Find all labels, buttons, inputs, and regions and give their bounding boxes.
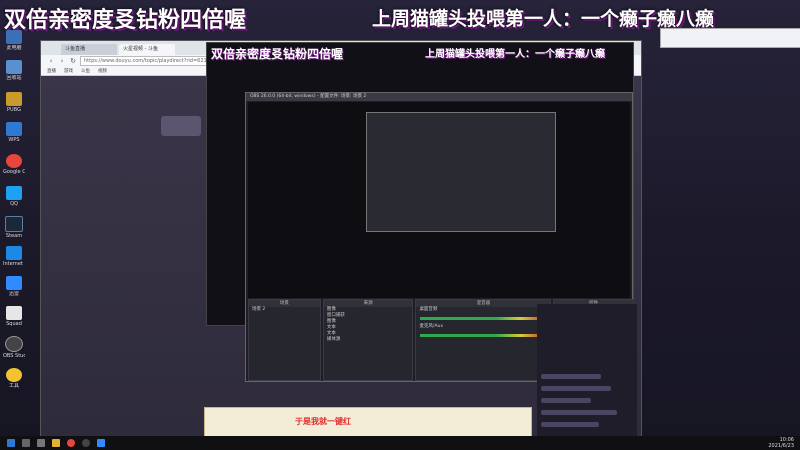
browser-tab[interactable]: 斗鱼直播	[61, 44, 117, 55]
stream-overlay-title-left: 双倍亲密度㕛钻粉四倍喔	[211, 47, 344, 61]
obs-title: OBS 26.0.0 (64-bit, windows) - 配置文件: 场景:…	[246, 93, 632, 101]
ie-icon[interactable]: Internet Explorer	[3, 246, 25, 267]
chat-message	[541, 374, 601, 379]
chat-message	[541, 386, 611, 391]
steam-icon[interactable]: Steam	[3, 216, 25, 239]
sources-panel: 来源 图像 窗口捕获 图像 文本 文本 媒体源	[322, 299, 414, 381]
chat-message	[541, 398, 591, 403]
sources-header: 来源	[323, 300, 413, 307]
promo-card[interactable]	[161, 116, 201, 136]
desktop-icon[interactable]: QQ	[3, 186, 25, 207]
back-icon[interactable]: ‹	[47, 57, 55, 65]
gift-bar: 于是我就一键红	[204, 407, 532, 439]
file-explorer-icon[interactable]	[52, 439, 60, 447]
mixer-channel-label: 麦克风/Aux	[419, 324, 444, 329]
chat-panel	[537, 304, 637, 436]
stream-overlay-title-right: 上周猫罐头投喂第一人：一个癞子癞八癞	[372, 8, 715, 30]
bookmark-item[interactable]: 直播	[47, 68, 56, 74]
mixer-panel: 混音器 桌面音频 麦克风/Aux	[415, 299, 552, 381]
chrome-taskbar-icon[interactable]	[67, 439, 75, 447]
gift-bar-text: 于是我就一键红	[295, 417, 351, 426]
clock[interactable]: 10:06 2021/6/23	[768, 437, 794, 449]
audio-meter[interactable]	[420, 317, 547, 320]
forward-icon[interactable]: ›	[58, 57, 66, 65]
bookmark-item[interactable]: 游戏	[64, 68, 73, 74]
desktop-icon[interactable]: 迅雷	[3, 276, 25, 297]
taskbar: 10:06 2021/6/23	[0, 436, 800, 450]
audio-meter[interactable]	[420, 334, 547, 337]
obs-taskbar-icon[interactable]	[82, 439, 90, 447]
scenes-panel: 场景 场景 2	[248, 299, 321, 381]
desktop-icon[interactable]: 此电脑	[3, 30, 25, 51]
desktop-icon[interactable]: 回收站	[3, 60, 25, 81]
desktop-icon[interactable]: 工具	[3, 368, 25, 389]
app-taskbar-icon[interactable]	[97, 439, 105, 447]
browser-tab-active[interactable]: 火星视频 - 斗鱼	[119, 44, 175, 55]
clock-date: 2021/6/23	[768, 443, 794, 449]
scene-item[interactable]: 场景 2	[249, 307, 320, 313]
start-icon[interactable]	[7, 439, 15, 447]
chat-message	[541, 410, 617, 415]
desktop-icon[interactable]: WPS	[3, 122, 25, 143]
stream-overlay-title-left: 双倍亲密度㕛钻粉四倍喔	[4, 7, 247, 33]
obs-preview	[248, 102, 630, 298]
mixer-channel-label: 桌面音频	[419, 307, 438, 312]
mixer-header: 混音器	[416, 300, 551, 307]
obs-icon[interactable]: OBS Studio	[3, 336, 25, 359]
chrome-icon[interactable]: Google Chrome	[3, 154, 25, 175]
nested-stream-preview	[366, 112, 556, 232]
scenes-header: 场景	[249, 300, 320, 307]
small-browser-window	[660, 28, 800, 48]
stream-overlay-title-right: 上周猫罐头投喂第一人：一个癞子癞八癞	[425, 49, 605, 60]
desktop-icon[interactable]: PUBG	[3, 92, 25, 113]
bookmark-item[interactable]: 斗鱼	[81, 68, 90, 74]
source-item[interactable]: 媒体源	[324, 337, 413, 343]
refresh-icon[interactable]: ↻	[69, 57, 77, 65]
task-view-icon[interactable]	[37, 439, 45, 447]
search-icon[interactable]	[22, 439, 30, 447]
desktop-icon[interactable]: Squad	[3, 306, 25, 327]
bookmark-item[interactable]: 视频	[98, 68, 107, 74]
chat-message	[541, 422, 599, 427]
